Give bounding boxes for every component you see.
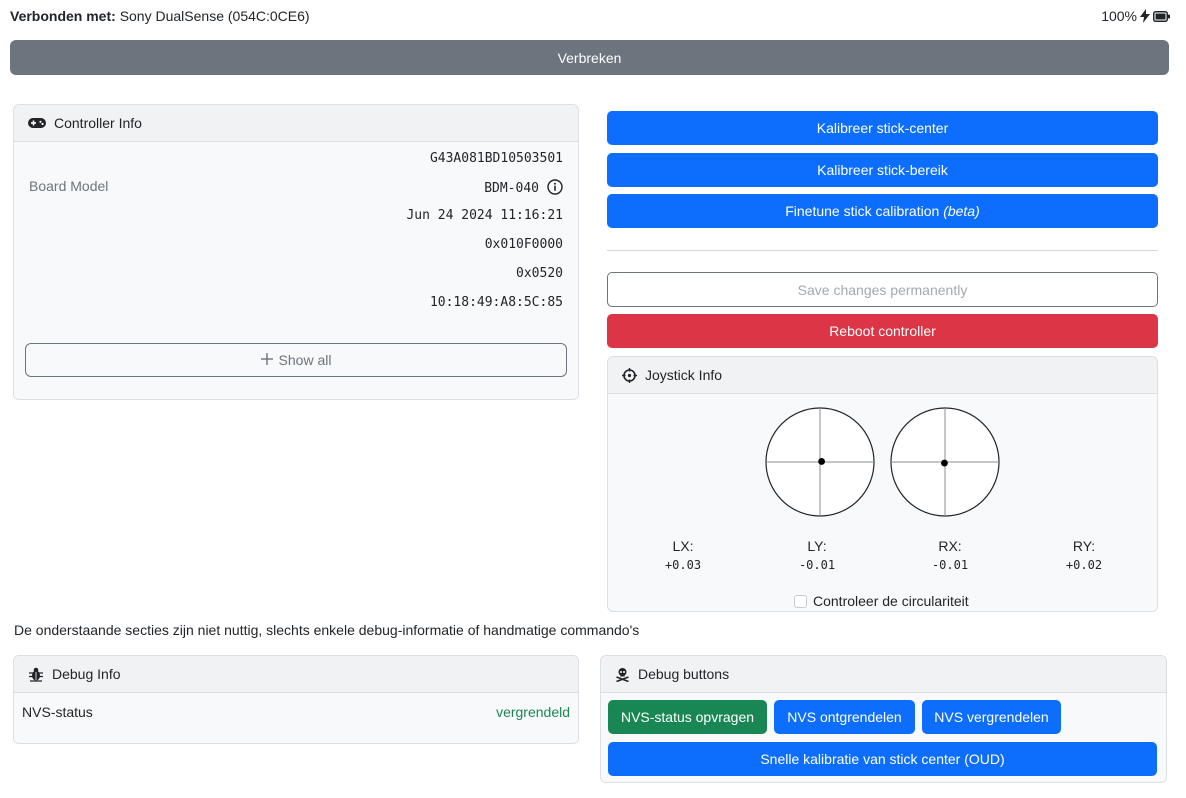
left-stick-plot [765, 407, 875, 517]
info-value-wrap: BDM-040 [484, 179, 563, 198]
joystick-info-header: Joystick Info [608, 357, 1157, 394]
info-value: Jun 24 2024 11:16:21 [406, 208, 563, 223]
crosshair-icon [622, 367, 637, 383]
left-stick-position [818, 458, 826, 465]
battery-full-icon [1153, 10, 1170, 22]
show-all-label: Show all [278, 352, 332, 368]
axis-ly: LY: -0.01 [787, 538, 847, 572]
connection-status: Verbonden met: Sony DualSense (054C:0CE6… [10, 6, 310, 26]
lock-nvs-button[interactable]: NVS vergrendelen [922, 700, 1061, 734]
query-nvs-button[interactable]: NVS-status opvragen [608, 700, 767, 734]
debug-buttons-title: Debug buttons [638, 666, 730, 682]
debug-info-title: Debug Info [52, 666, 121, 682]
nvs-status-label: NVS-status [22, 704, 93, 720]
plus-icon [260, 352, 273, 368]
disconnect-button[interactable]: Verbreken [10, 40, 1169, 75]
info-row-firmware: 0x010F0000 [14, 232, 578, 260]
info-value: 0x0520 [516, 266, 563, 281]
controller-info-header: Controller Info [14, 105, 578, 142]
debug-info-header: Debug Info [14, 656, 578, 693]
controller-info-card: Controller Info G43A081BD10503501 Board … [13, 104, 579, 400]
axis-ry: RY: +0.02 [1054, 538, 1114, 572]
right-stick-position [941, 459, 948, 467]
info-circle-icon[interactable] [547, 179, 563, 198]
info-label: Board Model [29, 178, 109, 194]
device-name: Sony DualSense (054C:0CE6) [119, 8, 310, 24]
axis-label: LY: [807, 538, 827, 554]
battery-status: 100% [1101, 6, 1170, 26]
battery-level: 100% [1101, 8, 1137, 24]
unlock-nvs-button[interactable]: NVS ontgrendelen [774, 700, 915, 734]
circularity-checkbox[interactable] [794, 594, 807, 608]
info-row-board-model: Board Model BDM-040 [14, 174, 578, 202]
info-value: G43A081BD10503501 [429, 151, 563, 166]
axis-value: +0.03 [664, 558, 702, 572]
info-value: 10:18:49:A8:5C:85 [429, 295, 563, 310]
calibrate-center-button[interactable]: Kalibreer stick-center [607, 111, 1158, 145]
nvs-status-value: vergrendeld [496, 704, 570, 720]
bolt-icon [1140, 9, 1150, 23]
info-row-build-date: Jun 24 2024 11:16:21 [14, 203, 578, 231]
info-value: 0x010F0000 [484, 237, 563, 252]
axis-value: +0.02 [1065, 558, 1103, 572]
divider [607, 250, 1158, 251]
info-row-hw-version: 0x0520 [14, 261, 578, 289]
axis-label: LX: [672, 538, 694, 554]
axis-value: -0.01 [798, 558, 836, 572]
connection-label: Verbonden met: [10, 8, 116, 24]
reboot-controller-button[interactable]: Reboot controller [607, 314, 1158, 348]
axis-value: -0.01 [931, 558, 969, 572]
axis-label: RY: [1072, 538, 1096, 554]
controller-info-title: Controller Info [54, 115, 142, 131]
info-row-mac: 10:18:49:A8:5C:85 [14, 290, 578, 318]
axis-lx: LX: +0.03 [653, 538, 713, 572]
debug-note: De onderstaande secties zijn niet nuttig… [14, 622, 640, 638]
axis-label: RX: [938, 538, 962, 554]
calibrate-range-button[interactable]: Kalibreer stick-bereik [607, 153, 1158, 187]
finetune-calibration-button[interactable]: Finetune stick calibration (beta) [607, 194, 1158, 228]
circularity-label[interactable]: Controleer de circulariteit [813, 593, 969, 609]
quick-center-calibration-button[interactable]: Snelle kalibratie van stick center (OUD) [608, 742, 1157, 776]
stick-visualizer [765, 407, 1000, 517]
status-bar: Verbonden met: Sony DualSense (054C:0CE6… [10, 6, 1170, 26]
debug-info-card: Debug Info NVS-status vergrendeld [13, 655, 579, 744]
right-stick-plot [890, 407, 1000, 517]
joystick-info-card: Joystick Info LX: +0.03 LY: -0.01 RX: -0… [607, 356, 1158, 612]
axis-rx: RX: -0.01 [920, 538, 980, 572]
gamepad-icon [28, 117, 46, 129]
info-value: BDM-040 [484, 181, 539, 196]
save-permanently-button[interactable]: Save changes permanently [607, 272, 1158, 307]
beta-tag: (beta) [943, 203, 980, 219]
finetune-label: Finetune stick calibration [785, 203, 944, 219]
joystick-info-title: Joystick Info [645, 367, 723, 383]
show-all-button[interactable]: Show all [25, 343, 567, 377]
info-row-serial: G43A081BD10503501 [14, 146, 578, 174]
circularity-check[interactable]: Controleer de circulariteit [794, 593, 969, 609]
bug-icon [28, 666, 44, 682]
debug-buttons-header: Debug buttons [601, 656, 1166, 693]
skull-crossbones-icon [615, 667, 630, 682]
